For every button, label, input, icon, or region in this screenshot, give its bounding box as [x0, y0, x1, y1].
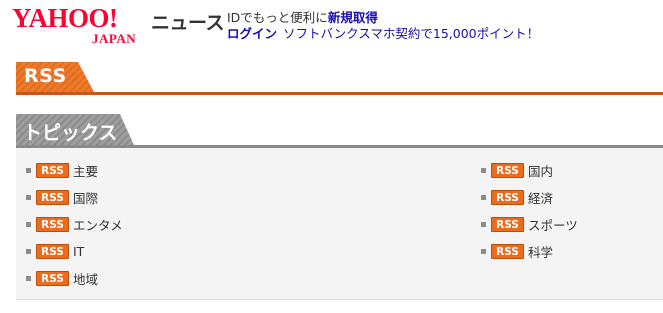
rss-divider [16, 92, 663, 95]
rss-feed-icon[interactable]: RSS [491, 190, 524, 205]
rss-feed-icon[interactable]: RSS [491, 244, 524, 259]
topic-item-main[interactable]: RSS 主要 [26, 157, 123, 184]
topics-section-title: トピックス [23, 122, 118, 144]
rss-feed-icon[interactable]: RSS [36, 163, 69, 178]
rss-feed-icon[interactable]: RSS [491, 163, 524, 178]
topic-link[interactable]: 国内 [528, 161, 553, 180]
topics-column-left: RSS 主要 RSS 国際 RSS エンタメ RSS IT RSS 地域 [26, 157, 123, 292]
rss-feed-icon[interactable]: RSS [491, 217, 524, 232]
bullet-icon [26, 195, 31, 200]
login-link[interactable]: ログイン [227, 26, 277, 41]
rss-feed-icon[interactable]: RSS [36, 190, 69, 205]
bullet-icon [26, 168, 31, 173]
yahoo-japan-logo[interactable]: YAHOO! JAPAN [12, 4, 152, 46]
bullet-icon [481, 168, 486, 173]
offer-link[interactable]: ソフトバンクスマホ契約で15,000ポイント！ [283, 26, 539, 41]
topics-section-header: トピックス [16, 114, 663, 148]
topic-link[interactable]: 経済 [528, 188, 553, 207]
topics-column-right: RSS 国内 RSS 経済 RSS スポーツ RSS 科学 [481, 157, 578, 265]
topic-item-world[interactable]: RSS 国際 [26, 184, 123, 211]
topic-item-local[interactable]: RSS 地域 [26, 265, 123, 292]
logo-text: YAHOO! [12, 3, 118, 33]
topic-link[interactable]: 地域 [73, 269, 98, 288]
rss-feed-icon[interactable]: RSS [36, 271, 69, 286]
logo-sub-text: JAPAN [92, 31, 137, 46]
bullet-icon [26, 249, 31, 254]
topics-list: RSS 主要 RSS 国際 RSS エンタメ RSS IT RSS 地域 RSS… [16, 148, 663, 300]
login-line: ログイン ソフトバンクスマホ契約で15,000ポイント！ [227, 23, 539, 42]
topic-item-economy[interactable]: RSS 経済 [481, 184, 578, 211]
topic-link[interactable]: 科学 [528, 242, 553, 261]
topic-item-science[interactable]: RSS 科学 [481, 238, 578, 265]
topic-item-sports[interactable]: RSS スポーツ [481, 211, 578, 238]
bullet-icon [481, 222, 486, 227]
rss-section-title: RSS [24, 65, 67, 87]
bullet-icon [481, 195, 486, 200]
rss-feed-icon[interactable]: RSS [36, 217, 69, 232]
page-header: YAHOO! JAPAN ニュース IDでもっと便利に新規取得 ログイン ソフトバ… [0, 0, 663, 50]
bullet-icon [26, 276, 31, 281]
topic-item-entertainment[interactable]: RSS エンタメ [26, 211, 123, 238]
rss-feed-icon[interactable]: RSS [36, 244, 69, 259]
topic-link[interactable]: スポーツ [528, 215, 578, 234]
topic-link[interactable]: 主要 [73, 161, 98, 180]
topic-link[interactable]: 国際 [73, 188, 98, 207]
service-name[interactable]: ニュース [151, 8, 225, 35]
topic-link[interactable]: IT [73, 244, 84, 259]
topic-link[interactable]: エンタメ [73, 215, 123, 234]
bullet-icon [481, 249, 486, 254]
rss-section-header: RSS [16, 62, 663, 96]
bullet-icon [26, 222, 31, 227]
topic-item-it[interactable]: RSS IT [26, 238, 123, 265]
topic-item-domestic[interactable]: RSS 国内 [481, 157, 578, 184]
